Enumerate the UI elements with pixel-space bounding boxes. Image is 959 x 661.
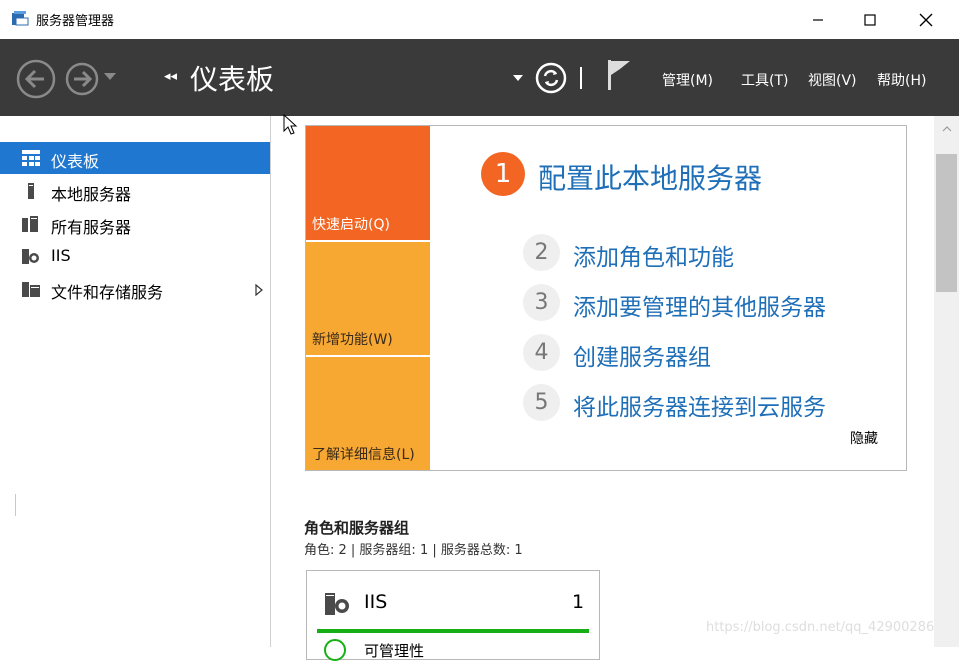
refresh-icon[interactable]: [535, 62, 567, 94]
server-manager-icon: [12, 11, 29, 26]
mouse-cursor-icon: [283, 114, 298, 135]
menu-help[interactable]: 帮助(H): [877, 70, 926, 90]
iis-icon: [22, 249, 39, 264]
scroll-thumb[interactable]: [936, 154, 957, 292]
storage-icon: [22, 282, 40, 297]
page-title: 仪表板: [190, 63, 275, 96]
sidebar: 仪表板 本地服务器 所有服务器 IIS 文件和存储服务: [0, 116, 271, 647]
role-count: 1: [572, 591, 585, 613]
dropdown-icon[interactable]: [513, 75, 523, 82]
breadcrumb-arrows: ◂◂: [164, 69, 178, 84]
quick-start-tile[interactable]: 快速启动(Q): [306, 126, 430, 240]
step-number: 5: [523, 384, 560, 421]
roles-summary: 角色: 2 | 服务器组: 1 | 服务器总数: 1: [304, 543, 523, 558]
sidebar-item-iis[interactable]: IIS: [0, 240, 270, 272]
title-bar: 服务器管理器: [0, 0, 959, 39]
header-bar: ◂◂ 仪表板 管理(M) 工具(T) 视图(V) 帮助(H): [0, 39, 959, 116]
tile-label: 快速启动(Q): [312, 217, 390, 233]
step-number: 2: [523, 234, 560, 271]
minimize-button[interactable]: [795, 0, 841, 39]
maximize-button[interactable]: [847, 0, 893, 39]
sidebar-item-all-servers[interactable]: 所有服务器: [0, 208, 270, 240]
connect-cloud-link[interactable]: 将此服务器连接到云服务: [573, 388, 826, 422]
add-roles-link[interactable]: 添加角色和功能: [573, 238, 734, 272]
learn-more-tile[interactable]: 了解详细信息(L): [306, 357, 430, 470]
watermark: https://blog.csdn.net/qq_42900286: [706, 620, 935, 635]
vertical-scrollbar[interactable]: [934, 116, 959, 647]
menu-view[interactable]: 视图(V): [808, 70, 857, 90]
forward-button[interactable]: [62, 59, 102, 99]
manageability-label[interactable]: 可管理性: [364, 640, 424, 661]
close-icon: [919, 13, 933, 26]
server-icon: [28, 183, 34, 199]
section-title: 角色和服务器组: [304, 519, 410, 537]
maximize-icon: [864, 13, 876, 26]
window-title: 服务器管理器: [36, 14, 115, 29]
sidebar-divider: [15, 494, 16, 516]
dashboard-icon: [22, 150, 40, 166]
back-button[interactable]: [16, 59, 56, 99]
menu-manage[interactable]: 管理(M): [662, 70, 713, 90]
close-button[interactable]: [903, 0, 949, 39]
chevron-up-icon: [942, 125, 951, 131]
sidebar-item-label: 文件和存储服务: [51, 283, 164, 302]
hide-link[interactable]: 隐藏: [850, 428, 878, 448]
sidebar-item-label: 仪表板: [51, 152, 100, 171]
add-servers-link[interactable]: 添加要管理的其他服务器: [573, 288, 826, 322]
sidebar-item-local-server[interactable]: 本地服务器: [0, 175, 270, 207]
expand-arrow-icon[interactable]: [255, 284, 263, 296]
step-number: 1: [481, 152, 525, 196]
sidebar-item-label: 本地服务器: [51, 185, 132, 204]
sidebar-item-file-storage[interactable]: 文件和存储服务: [0, 273, 270, 305]
header-divider: [580, 67, 582, 89]
scroll-up-button[interactable]: [934, 116, 959, 141]
tile-label: 了解详细信息(L): [312, 447, 415, 463]
history-dropdown-icon[interactable]: [104, 73, 116, 81]
tile-label: 新增功能(W): [312, 332, 393, 348]
menu-tools[interactable]: 工具(T): [741, 70, 788, 90]
role-name: IIS: [364, 591, 388, 613]
notifications-flag-icon[interactable]: [606, 59, 632, 91]
whats-new-tile[interactable]: 新增功能(W): [306, 242, 430, 355]
sidebar-item-dashboard[interactable]: 仪表板: [0, 142, 270, 174]
servers-icon: [22, 216, 38, 232]
minimize-icon: [813, 18, 823, 21]
iis-icon: [325, 593, 349, 615]
step-number: 4: [523, 334, 560, 371]
status-ok-icon: [324, 639, 346, 661]
step-number: 3: [523, 284, 560, 321]
sidebar-item-label: IIS: [51, 246, 71, 265]
status-bar: [317, 629, 589, 633]
configure-local-server-link[interactable]: 配置此本地服务器: [538, 157, 762, 197]
create-server-group-link[interactable]: 创建服务器组: [573, 338, 711, 372]
sidebar-item-label: 所有服务器: [51, 218, 132, 237]
